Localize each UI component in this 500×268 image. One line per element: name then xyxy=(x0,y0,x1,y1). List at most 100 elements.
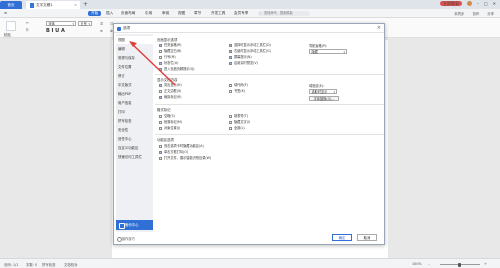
checkbox[interactable] xyxy=(229,43,232,47)
word-count[interactable]: 字数: 0 xyxy=(26,262,37,267)
zoom-slider-handle[interactable] xyxy=(458,262,461,267)
checkbox[interactable] xyxy=(229,61,232,65)
option-spaces[interactable]: 空格(S) xyxy=(159,114,175,118)
tab-developer[interactable]: 开发工具 xyxy=(211,11,225,16)
font-size-select[interactable]: 五号 xyxy=(78,21,92,26)
align-left-icon[interactable]: ≡ xyxy=(100,29,103,33)
option-screen-tips[interactable]: 屏幕提示(N) xyxy=(229,55,252,59)
option-tabs[interactable]: 制表符(T) xyxy=(229,114,248,118)
checkbox[interactable] xyxy=(159,126,162,130)
option-hide-ribbon-dblclick[interactable]: 双击选项卡时隐藏功能区(A) xyxy=(159,144,204,148)
zoom-in-icon[interactable]: + xyxy=(484,262,487,266)
ok-button[interactable]: 确定 xyxy=(332,234,352,241)
checkbox[interactable] xyxy=(159,144,162,148)
checkbox[interactable] xyxy=(229,120,232,124)
zoom-level[interactable]: 100% xyxy=(412,262,422,266)
tips-link[interactable]: 操作技巧 xyxy=(117,236,135,242)
bullets-icon[interactable]: ☰ xyxy=(100,22,103,26)
checkbox[interactable] xyxy=(159,43,162,47)
option-crop-marks[interactable]: 裁剪标记(R) xyxy=(159,95,181,99)
checkbox[interactable] xyxy=(229,114,232,118)
tab-start[interactable]: 开始 xyxy=(88,10,102,16)
cut-icon[interactable]: ✂ xyxy=(26,21,29,25)
font-name-select[interactable]: 宋体 xyxy=(46,21,76,26)
tab-member[interactable]: 会员专享 xyxy=(234,11,248,16)
sidebar-item-spell-check[interactable]: 拼写检查 xyxy=(116,117,153,125)
option-smart-toc[interactable]: 打开文件，展示智能识别目录(W) xyxy=(159,156,211,160)
sidebar-item-revision[interactable]: 修订 xyxy=(116,72,153,80)
checkbox[interactable] xyxy=(229,126,232,130)
option-hidden-text[interactable]: 隐藏文字(I) xyxy=(229,120,250,124)
option-all[interactable]: 全部(L) xyxy=(229,126,245,130)
checkbox[interactable] xyxy=(159,150,162,154)
tab-page-layout[interactable]: 页面布局 xyxy=(121,11,135,16)
document-tab[interactable]: 文字文稿1 × xyxy=(26,1,80,9)
option-field-codes[interactable]: 域代码(F) xyxy=(229,83,248,87)
proofread-button[interactable]: 文档校对 xyxy=(64,262,78,267)
minimize-button[interactable]: – xyxy=(477,1,479,6)
option-highlight[interactable]: 突出显示(H) xyxy=(159,83,182,87)
tab-view[interactable]: 视图 xyxy=(178,11,185,16)
option-bookmarks[interactable]: 书签(K) xyxy=(229,89,245,93)
tab-references[interactable]: 引用 xyxy=(145,11,152,16)
sidebar-item-file-location[interactable]: 文件位置 xyxy=(116,63,153,71)
checkbox[interactable] xyxy=(229,89,232,93)
paste-icon[interactable] xyxy=(6,21,16,31)
option-hide-blank[interactable]: 隐藏空白(B) xyxy=(159,49,181,53)
sidebar-item-view[interactable]: 视图 xyxy=(116,36,153,44)
tab-chapter[interactable]: 章节 xyxy=(194,11,201,16)
checkbox[interactable] xyxy=(159,49,162,53)
checkbox[interactable] xyxy=(159,95,162,99)
checkbox[interactable] xyxy=(159,114,162,118)
checkbox[interactable] xyxy=(229,83,232,87)
spell-check-status[interactable]: 拼写检查 xyxy=(42,262,56,267)
checkbox[interactable] xyxy=(159,120,162,124)
sidebar-item-output-pdf[interactable]: 输出PDF xyxy=(116,90,153,98)
collaborate-button[interactable]: 协作 xyxy=(472,11,479,16)
backup-center-button[interactable]: 备份中心 xyxy=(116,220,153,230)
sidebar-item-security[interactable]: 安全性 xyxy=(116,126,153,134)
new-tab-button[interactable]: + xyxy=(83,1,88,8)
option-header-footer-tip[interactable]: 进入页眉页脚提示(Q) xyxy=(159,67,195,71)
sidebar-item-chinese-layout[interactable]: 中文版式 xyxy=(116,81,153,89)
option-paragraph-marks[interactable]: 段落标记(M) xyxy=(159,120,182,124)
zoom-out-icon[interactable]: – xyxy=(428,262,430,266)
sync-status[interactable]: 未同步 xyxy=(454,11,464,16)
option-float-toolbar-rightclick[interactable]: 右键时显示浮动工具栏(G) xyxy=(229,49,271,53)
close-tab-icon[interactable]: × xyxy=(74,2,77,8)
login-button[interactable]: 立即登录 xyxy=(439,1,462,6)
field-shading-select[interactable]: 选取时显示 xyxy=(309,89,337,94)
cancel-button[interactable]: 取消 xyxy=(357,234,377,241)
maximize-button[interactable]: □ xyxy=(484,1,488,6)
checkbox[interactable] xyxy=(159,89,162,93)
tab-review[interactable]: 审阅 xyxy=(162,11,169,16)
command-search-input[interactable]: 查找命令、搜索模板 xyxy=(258,11,310,16)
checkbox[interactable] xyxy=(159,83,162,87)
nav-pane-select[interactable]: 隐藏 xyxy=(309,49,347,54)
option-task-pane[interactable]: 任务窗格(R) xyxy=(159,43,181,47)
sidebar-item-general-save[interactable]: 常规与保存 xyxy=(116,54,153,62)
checkbox[interactable] xyxy=(159,67,162,71)
option-line-numbers[interactable]: 行号(M) xyxy=(159,55,176,59)
sidebar-item-trust-center[interactable]: 信任中心 xyxy=(116,135,153,143)
sidebar-item-quick-access[interactable]: 快速访问工具栏 xyxy=(116,153,153,161)
option-click-box-check[interactable]: 单击方框打勾(O) xyxy=(159,150,188,154)
font-replace-button[interactable]: 字体替换(O)... xyxy=(309,96,339,101)
copy-icon[interactable]: ⎘ xyxy=(26,28,29,32)
option-float-toolbar-select[interactable]: 选择时显示浮动工具栏(D) xyxy=(229,43,271,47)
menu-icon[interactable]: ≡ xyxy=(4,11,7,15)
sidebar-item-edit[interactable]: 编辑 xyxy=(116,45,153,53)
format-buttons[interactable]: B I U A xyxy=(46,28,65,34)
option-live-preview[interactable]: 启用实时预览(V) xyxy=(229,61,258,65)
checkbox[interactable] xyxy=(229,49,232,53)
sidebar-item-print[interactable]: 打印 xyxy=(116,108,153,116)
share-button[interactable]: 分享 xyxy=(487,11,494,16)
checkbox[interactable] xyxy=(159,61,162,65)
option-text-border[interactable]: 正文边框(X) xyxy=(159,89,181,93)
close-window-button[interactable]: ✕ xyxy=(493,1,496,6)
tab-insert[interactable]: 插入 xyxy=(106,11,113,16)
avatar[interactable] xyxy=(466,1,472,6)
sidebar-item-user-info[interactable]: 用户信息 xyxy=(116,99,153,107)
checkbox[interactable] xyxy=(229,55,232,59)
sidebar-item-customize-ribbon[interactable]: 自定义功能区 xyxy=(116,144,153,152)
